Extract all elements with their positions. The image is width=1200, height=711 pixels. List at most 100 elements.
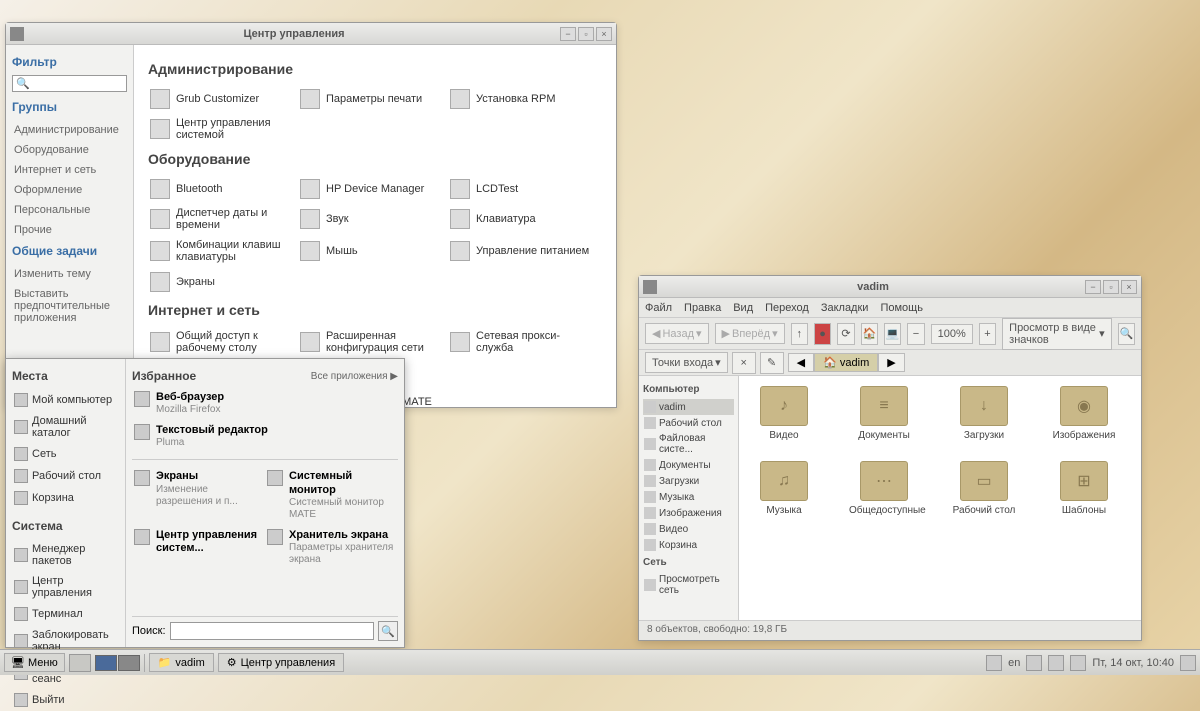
folder-item[interactable]: ▭Рабочий стол bbox=[949, 461, 1019, 516]
computer-button[interactable]: 💻 bbox=[884, 323, 901, 345]
menu-system-item[interactable]: Менеджер пакетов bbox=[12, 539, 119, 571]
fm-sidebar-item[interactable]: Корзина bbox=[643, 537, 734, 553]
folder-item[interactable]: ♫Музыка bbox=[749, 461, 819, 516]
fm-titlebar[interactable]: vadim − ▫ × bbox=[639, 276, 1141, 298]
settings-item[interactable]: Мышь bbox=[298, 235, 448, 267]
filter-search[interactable]: 🔍 bbox=[12, 75, 127, 92]
settings-item[interactable]: Установка RPM bbox=[448, 85, 598, 113]
folder-item[interactable]: ♪Видео bbox=[749, 386, 819, 441]
clock[interactable]: Пт, 14 окт, 10:40 bbox=[1092, 657, 1174, 669]
location-selector[interactable]: Точки входа ▾ bbox=[645, 352, 728, 373]
fm-minimize-button[interactable]: − bbox=[1085, 280, 1101, 294]
settings-item[interactable]: Центр управления системой bbox=[148, 113, 298, 145]
settings-item[interactable]: Grub Customizer bbox=[148, 85, 298, 113]
settings-item[interactable]: Управление питанием bbox=[448, 235, 598, 267]
sidebar-task-item[interactable]: Выставить предпочтительные приложения bbox=[12, 284, 127, 328]
favorite-app-item[interactable]: Текстовый редакторPluma bbox=[132, 420, 398, 453]
settings-item[interactable]: Диспетчер даты и времени bbox=[148, 203, 298, 235]
location-clear-button[interactable]: × bbox=[732, 352, 756, 374]
menu-search-input[interactable] bbox=[170, 622, 374, 640]
fm-sidebar-item[interactable]: vadim bbox=[643, 399, 734, 415]
fm-icon-view[interactable]: ♪Видео ≡Документы ↓Загрузки ◉Изображения ♫Му… bbox=[739, 376, 1141, 620]
settings-item[interactable]: Клавиатура bbox=[448, 203, 598, 235]
fm-sidebar-item[interactable]: Изображения bbox=[643, 505, 734, 521]
settings-item[interactable]: Параметры печати bbox=[298, 85, 448, 113]
settings-item[interactable]: Комбинации клавиш клавиатуры bbox=[148, 235, 298, 267]
fm-sidebar-item[interactable]: Рабочий стол bbox=[643, 415, 734, 431]
start-menu-button[interactable]: 🖥 Меню bbox=[4, 653, 65, 672]
volume-icon[interactable] bbox=[1026, 655, 1042, 671]
sidebar-group-item[interactable]: Оформление bbox=[12, 180, 127, 200]
taskbar-item-control-center[interactable]: ⚙ Центр управления bbox=[218, 653, 344, 672]
control-center-titlebar[interactable]: Центр управления − ▫ × bbox=[6, 23, 616, 45]
settings-item[interactable]: Расширенная конфигурация сети bbox=[298, 326, 448, 358]
recent-app-item[interactable]: Хранитель экранаПараметры хранителя экра… bbox=[265, 525, 398, 570]
sidebar-group-item[interactable]: Интернет и сеть bbox=[12, 160, 127, 180]
view-mode-selector[interactable]: Просмотр в виде значков ▾ bbox=[1002, 318, 1112, 350]
edit-path-button[interactable]: ✎ bbox=[760, 352, 784, 374]
menu-system-item[interactable]: Выйти bbox=[12, 689, 119, 711]
back-button[interactable]: ◀ Назад ▾ bbox=[645, 323, 709, 344]
taskbar-item-vadim[interactable]: 📁 vadim bbox=[149, 653, 214, 672]
up-button[interactable]: ↑ bbox=[791, 323, 808, 345]
zoom-level[interactable]: 100% bbox=[931, 324, 973, 344]
sidebar-task-item[interactable]: Изменить тему bbox=[12, 264, 127, 284]
folder-item[interactable]: ◉Изображения bbox=[1049, 386, 1119, 441]
menubar-item[interactable]: Переход bbox=[765, 302, 809, 314]
zoom-in-button[interactable]: + bbox=[979, 323, 996, 345]
fm-sidebar-item[interactable]: Видео bbox=[643, 521, 734, 537]
workspace-1[interactable] bbox=[95, 655, 117, 671]
crumb-forward[interactable]: ▶ bbox=[878, 353, 904, 372]
home-button[interactable]: 🏠 bbox=[861, 323, 878, 345]
recent-app-item[interactable]: Системный мониторСистемный монитор MATE bbox=[265, 466, 398, 524]
fm-sidebar-item[interactable]: Музыка bbox=[643, 489, 734, 505]
menu-places-item[interactable]: Домашний каталог bbox=[12, 411, 119, 443]
fm-sidebar-item[interactable]: Загрузки bbox=[643, 473, 734, 489]
crumb-back[interactable]: ◀ bbox=[788, 353, 814, 372]
fm-maximize-button[interactable]: ▫ bbox=[1103, 280, 1119, 294]
folder-item[interactable]: ≡Документы bbox=[849, 386, 919, 441]
sidebar-group-item[interactable]: Персональные bbox=[12, 200, 127, 220]
fm-sidebar-item[interactable]: Документы bbox=[643, 457, 734, 473]
sidebar-group-item[interactable]: Администрирование bbox=[12, 120, 127, 140]
reload-button[interactable]: ⟳ bbox=[837, 323, 854, 345]
show-desktop-button[interactable] bbox=[69, 654, 91, 672]
close-button[interactable]: × bbox=[596, 27, 612, 41]
workspace-2[interactable] bbox=[118, 655, 140, 671]
settings-item[interactable]: HP Device Manager bbox=[298, 175, 448, 203]
tray-icon[interactable] bbox=[986, 655, 1002, 671]
recent-app-item[interactable]: Центр управления систем... bbox=[132, 525, 265, 570]
keyboard-layout-indicator[interactable]: en bbox=[1008, 657, 1020, 669]
favorite-app-item[interactable]: Веб-браузерMozilla Firefox bbox=[132, 387, 398, 420]
tray-icon[interactable] bbox=[1180, 655, 1196, 671]
sidebar-group-item[interactable]: Прочие bbox=[12, 220, 127, 240]
menubar-item[interactable]: Файл bbox=[645, 302, 672, 314]
forward-button[interactable]: ▶ Вперёд ▾ bbox=[715, 323, 785, 344]
menu-places-item[interactable]: Рабочий стол bbox=[12, 465, 119, 487]
minimize-button[interactable]: − bbox=[560, 27, 576, 41]
sidebar-group-item[interactable]: Оборудование bbox=[12, 140, 127, 160]
menubar-item[interactable]: Закладки bbox=[821, 302, 869, 314]
menu-places-item[interactable]: Мой компьютер bbox=[12, 389, 119, 411]
fm-sidebar-item[interactable]: Файловая систе... bbox=[643, 431, 734, 457]
menubar-item[interactable]: Помощь bbox=[880, 302, 923, 314]
sidebar-browse-network[interactable]: Просмотреть сеть bbox=[643, 572, 734, 598]
menubar-item[interactable]: Правка bbox=[684, 302, 721, 314]
folder-item[interactable]: ↓Загрузки bbox=[949, 386, 1019, 441]
zoom-out-button[interactable]: − bbox=[907, 323, 924, 345]
menu-places-item[interactable]: Корзина bbox=[12, 487, 119, 509]
settings-item[interactable]: Звук bbox=[298, 203, 448, 235]
battery-icon[interactable] bbox=[1070, 655, 1086, 671]
settings-item[interactable]: Общий доступ к рабочему столу bbox=[148, 326, 298, 358]
network-icon[interactable] bbox=[1048, 655, 1064, 671]
settings-item[interactable]: Bluetooth bbox=[148, 175, 298, 203]
menu-search-button[interactable]: 🔍 bbox=[378, 621, 398, 641]
all-apps-link[interactable]: Все приложения ▶ bbox=[311, 371, 398, 382]
menu-places-item[interactable]: Сеть bbox=[12, 443, 119, 465]
settings-item[interactable]: Сетевая прокси-служба bbox=[448, 326, 598, 358]
search-button[interactable]: 🔍 bbox=[1118, 323, 1135, 345]
menubar-item[interactable]: Вид bbox=[733, 302, 753, 314]
settings-item[interactable]: Экраны bbox=[148, 268, 298, 296]
folder-item[interactable]: ⋯Общедоступные bbox=[849, 461, 919, 516]
menu-system-item[interactable]: Центр управления bbox=[12, 571, 119, 603]
